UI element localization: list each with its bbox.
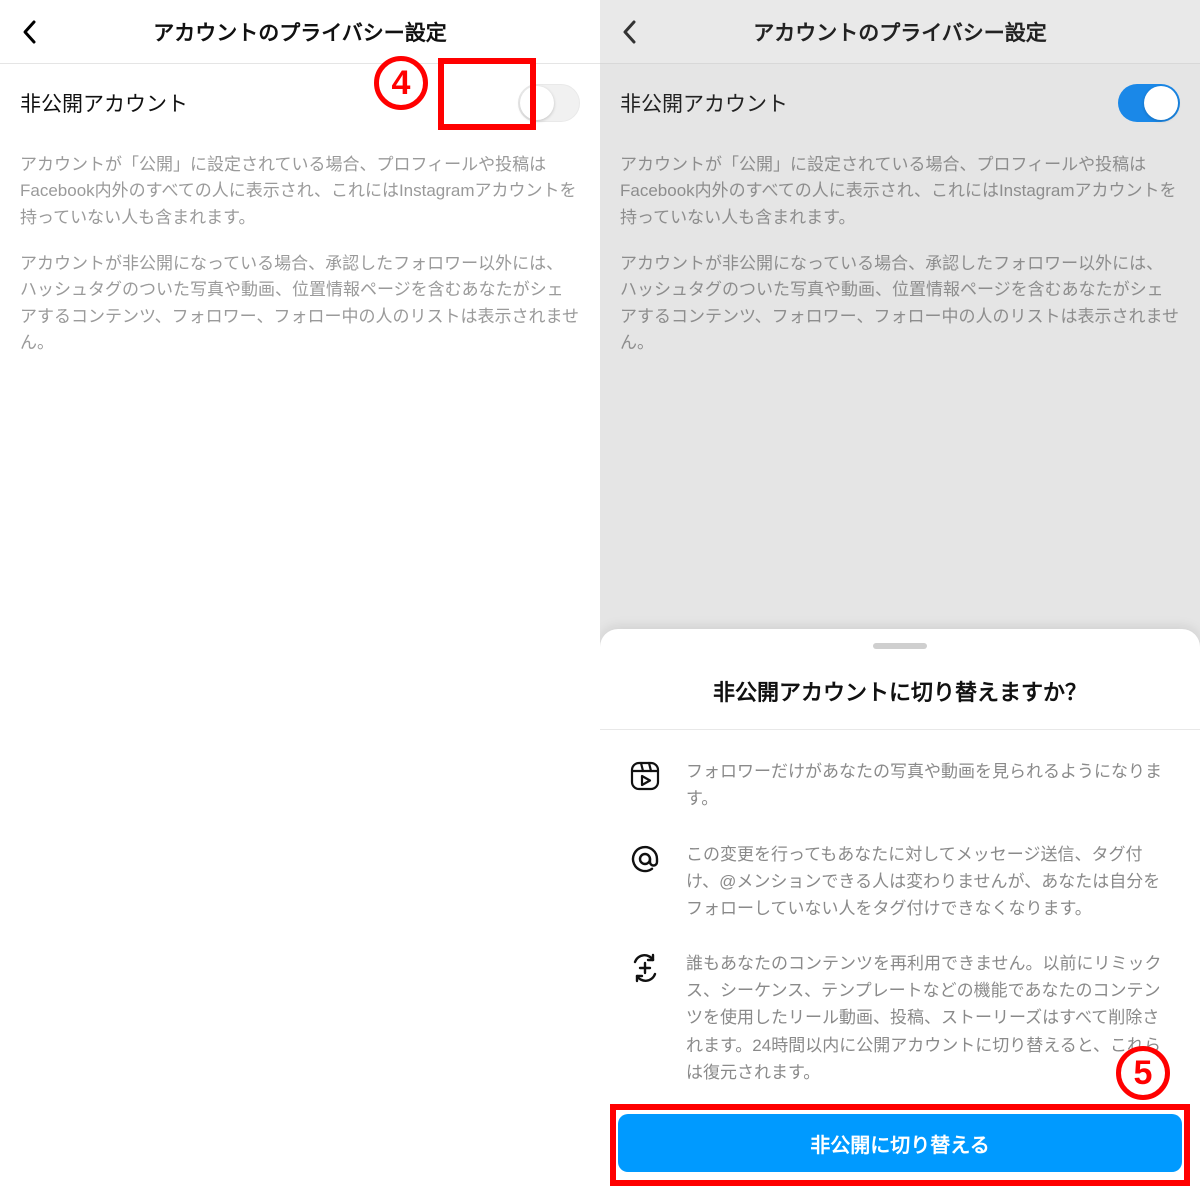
- page-title: アカウントのプライバシー設定: [153, 17, 447, 47]
- sheet-grabber[interactable]: [873, 643, 927, 649]
- switch-private-button-label: 非公開に切り替える: [810, 1129, 989, 1158]
- header: アカウントのプライバシー設定: [600, 0, 1200, 64]
- description-public: アカウントが「公開」に設定されている場合、プロフィールや投稿はFacebook内…: [620, 152, 1180, 231]
- switch-private-button[interactable]: 非公開に切り替える: [618, 1114, 1182, 1172]
- private-account-label: 非公開アカウント: [20, 88, 188, 118]
- private-account-toggle[interactable]: [1118, 84, 1180, 122]
- info-text-remix: 誰もあなたのコンテンツを再利用できません。以前にリミックス、シーケンス、テンプレ…: [686, 950, 1174, 1086]
- info-text-reels: フォロワーだけがあなたの写真や動画を見られるようになります。: [686, 758, 1174, 812]
- at-icon: [626, 841, 664, 875]
- confirm-sheet: 非公開アカウントに切り替えますか？ フォロワーだけがあなたの写真や動画を見られる…: [600, 629, 1200, 1194]
- toggle-knob: [1144, 86, 1178, 120]
- description-private: アカウントが非公開になっている場合、承認したフォロワー以外には、ハッシュタグのつ…: [620, 251, 1180, 356]
- chevron-left-icon: [620, 18, 640, 46]
- info-row-remix: 誰もあなたのコンテンツを再利用できません。以前にリミックス、シーケンス、テンプレ…: [626, 936, 1174, 1100]
- back-button[interactable]: [610, 12, 650, 52]
- private-account-toggle[interactable]: [518, 84, 580, 122]
- private-account-label: 非公開アカウント: [620, 88, 788, 118]
- chevron-left-icon: [20, 18, 40, 46]
- remix-icon: [626, 950, 664, 984]
- toggle-knob: [520, 86, 554, 120]
- reels-icon: [626, 758, 664, 792]
- private-account-row: 非公開アカウント: [20, 64, 580, 142]
- info-row-reels: フォロワーだけがあなたの写真や動画を見られるようになります。: [626, 744, 1174, 826]
- info-text-mention: この変更を行ってもあなたに対してメッセージ送信、タグ付け、@メンションできる人は…: [686, 841, 1174, 923]
- private-account-row: 非公開アカウント: [620, 64, 1180, 142]
- left-screen: アカウントのプライバシー設定 非公開アカウント アカウントが「公開」に設定されて…: [0, 0, 600, 1194]
- right-screen: アカウントのプライバシー設定 非公開アカウント アカウントが「公開」に設定されて…: [600, 0, 1200, 1194]
- page-title: アカウントのプライバシー設定: [753, 17, 1047, 47]
- sheet-title: 非公開アカウントに切り替えますか？: [600, 659, 1200, 729]
- description-private: アカウントが非公開になっている場合、承認したフォロワー以外には、ハッシュタグのつ…: [20, 251, 580, 356]
- back-button[interactable]: [10, 12, 50, 52]
- header: アカウントのプライバシー設定: [0, 0, 600, 64]
- description-public: アカウントが「公開」に設定されている場合、プロフィールや投稿はFacebook内…: [20, 152, 580, 231]
- info-row-mention: この変更を行ってもあなたに対してメッセージ送信、タグ付け、@メンションできる人は…: [626, 827, 1174, 937]
